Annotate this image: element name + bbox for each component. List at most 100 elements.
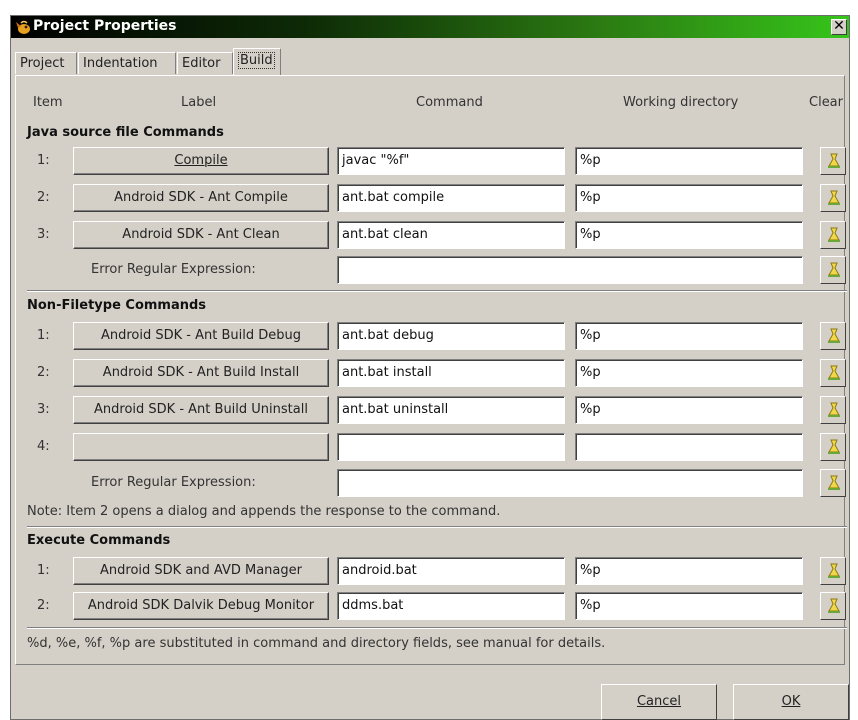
directory-field[interactable] — [575, 433, 803, 461]
ok-button[interactable]: OK — [733, 684, 849, 720]
app-icon — [16, 20, 30, 34]
error-regex-label: Error Regular Expression: — [91, 475, 256, 490]
label-button-build-debug[interactable]: Android SDK - Ant Build Debug — [73, 322, 329, 350]
tab-label: Editor — [182, 56, 221, 71]
tab-editor[interactable]: Editor — [177, 52, 233, 74]
clear-icon — [828, 475, 840, 490]
row-number: 3: — [37, 227, 50, 242]
command-field[interactable]: ant.bat compile — [337, 184, 565, 212]
button-label: Android SDK - Ant Build Uninstall — [94, 402, 308, 417]
tab-indentation[interactable]: Indentation — [78, 52, 176, 74]
row-number: 1: — [37, 563, 50, 578]
row-number: 4: — [37, 439, 50, 454]
directory-field[interactable]: %p — [575, 147, 803, 175]
button-label: Android SDK and AVD Manager — [100, 563, 302, 578]
command-field[interactable]: ddms.bat — [337, 592, 565, 620]
clear-icon — [828, 439, 840, 454]
directory-field[interactable]: %p — [575, 322, 803, 350]
button-label: Android SDK Dalvik Debug Monitor — [87, 598, 315, 613]
nonfiletype-note: Note: Item 2 opens a dialog and appends … — [27, 504, 501, 519]
close-icon: ✕ — [833, 18, 845, 34]
command-field[interactable]: ant.bat uninstall — [337, 396, 565, 424]
command-field[interactable]: javac "%f" — [337, 147, 565, 175]
project-properties-dialog: Project Properties ✕ Project Indentation… — [10, 15, 850, 720]
section-divider — [27, 627, 847, 629]
row-number: 3: — [37, 402, 50, 417]
tab-build[interactable]: Build — [233, 48, 281, 75]
clear-button[interactable] — [820, 469, 846, 497]
command-field[interactable] — [337, 433, 565, 461]
error-regex-field[interactable] — [337, 256, 803, 284]
tab-project[interactable]: Project — [15, 52, 77, 74]
clear-icon — [828, 328, 840, 343]
section-execute-title: Execute Commands — [27, 533, 171, 548]
command-field[interactable]: android.bat — [337, 557, 565, 585]
section-divider — [27, 526, 847, 528]
command-field[interactable]: ant.bat debug — [337, 322, 565, 350]
clear-button[interactable] — [820, 322, 846, 350]
header-working-directory: Working directory — [623, 95, 739, 110]
directory-field[interactable]: %p — [575, 359, 803, 387]
directory-field[interactable]: %p — [575, 184, 803, 212]
clear-button[interactable] — [820, 433, 846, 461]
window-title: Project Properties — [33, 18, 177, 34]
clear-button[interactable] — [820, 359, 846, 387]
title-bar[interactable]: Project Properties ✕ — [11, 16, 849, 38]
row-number: 2: — [37, 598, 50, 613]
button-label: Compile — [174, 153, 228, 168]
label-button-compile[interactable]: Compile — [73, 147, 329, 175]
clear-button[interactable] — [820, 256, 846, 284]
label-button-ant-clean[interactable]: Android SDK - Ant Clean — [73, 221, 329, 249]
label-button-build-install[interactable]: Android SDK - Ant Build Install — [73, 359, 329, 387]
button-label: Android SDK - Ant Build Debug — [100, 328, 301, 343]
clear-icon — [828, 402, 840, 417]
error-regex-label: Error Regular Expression: — [91, 262, 256, 277]
button-label: Android SDK - Ant Clean — [122, 227, 280, 242]
close-button[interactable]: ✕ — [831, 19, 847, 35]
command-field[interactable]: ant.bat clean — [337, 221, 565, 249]
row-number: 2: — [37, 365, 50, 380]
button-label: Android SDK - Ant Build Install — [102, 365, 300, 380]
clear-icon — [828, 153, 840, 168]
command-field[interactable]: ant.bat install — [337, 359, 565, 387]
clear-icon — [828, 262, 840, 277]
cancel-label: Cancel — [636, 694, 682, 709]
label-button-ddms[interactable]: Android SDK Dalvik Debug Monitor — [73, 592, 329, 620]
clear-icon — [828, 227, 840, 242]
clear-button[interactable] — [820, 221, 846, 249]
clear-icon — [828, 190, 840, 205]
header-label: Label — [181, 95, 217, 110]
section-nonfiletype-title: Non-Filetype Commands — [27, 298, 207, 313]
clear-button[interactable] — [820, 184, 846, 212]
button-label: Android SDK - Ant Compile — [114, 190, 288, 205]
label-button-build-uninstall[interactable]: Android SDK - Ant Build Uninstall — [73, 396, 329, 424]
clear-button[interactable] — [820, 147, 846, 175]
footer-note: %d, %e, %f, %p are substituted in comman… — [27, 636, 606, 651]
clear-button[interactable] — [820, 396, 846, 424]
clear-icon — [828, 563, 840, 578]
clear-icon — [828, 365, 840, 380]
tab-label: Build — [238, 52, 275, 69]
ok-label: OK — [781, 694, 801, 709]
directory-field[interactable]: %p — [575, 557, 803, 585]
header-command: Command — [416, 95, 483, 110]
label-button-ant-compile[interactable]: Android SDK - Ant Compile — [73, 184, 329, 212]
row-number: 2: — [37, 190, 50, 205]
row-number: 1: — [37, 153, 50, 168]
section-divider — [27, 290, 847, 292]
error-regex-field[interactable] — [337, 469, 803, 497]
clear-button[interactable] — [820, 557, 846, 585]
row-number: 1: — [37, 328, 50, 343]
directory-field[interactable]: %p — [575, 221, 803, 249]
clear-icon — [828, 598, 840, 613]
directory-field[interactable]: %p — [575, 396, 803, 424]
cancel-button[interactable]: Cancel — [601, 684, 717, 720]
clear-button[interactable] — [820, 592, 846, 620]
header-item: Item — [33, 95, 63, 110]
section-java-title: Java source file Commands — [27, 125, 224, 140]
label-button-sdk-avd-manager[interactable]: Android SDK and AVD Manager — [73, 557, 329, 585]
directory-field[interactable]: %p — [575, 592, 803, 620]
tab-label: Indentation — [83, 56, 158, 71]
label-button-empty[interactable] — [73, 433, 329, 461]
header-clear: Clear — [809, 95, 843, 110]
